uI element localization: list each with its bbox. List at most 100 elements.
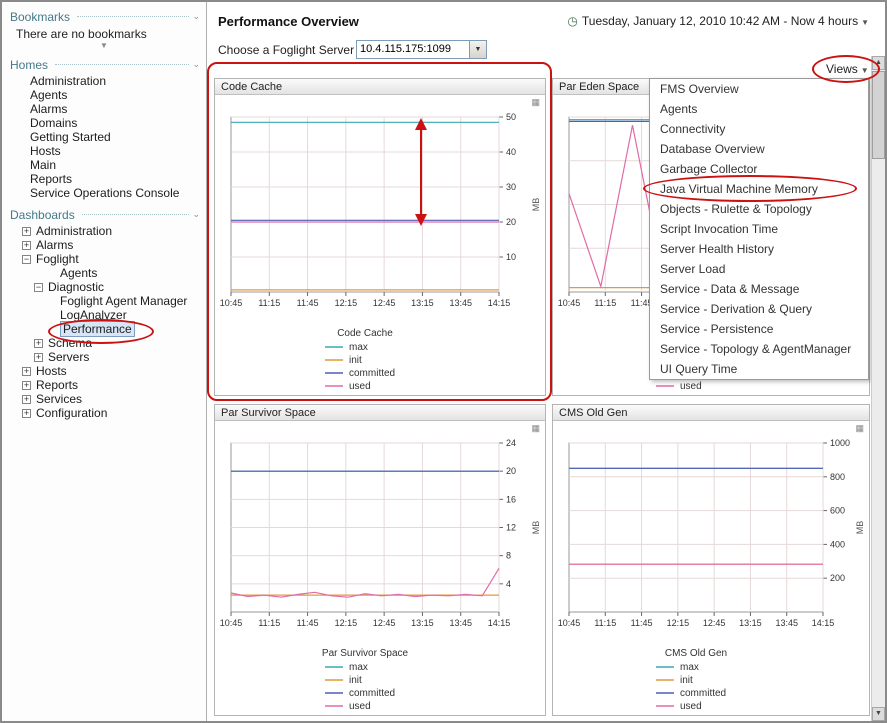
tree-item-label: Services (36, 392, 82, 406)
menu-item-fms-overview[interactable]: FMS Overview (650, 79, 868, 99)
menu-item-database-overview[interactable]: Database Overview (650, 139, 868, 159)
sidebar-item-domains[interactable]: Domains (2, 116, 206, 130)
svg-text:used: used (349, 381, 371, 392)
menu-item-server-health-history[interactable]: Server Health History (650, 239, 868, 259)
sidebar-item-getting-started[interactable]: Getting Started (2, 130, 206, 144)
homes-section-header[interactable]: Homes ⌄ (10, 57, 200, 72)
tree-item-hosts[interactable]: + Hosts (2, 364, 206, 378)
svg-text:MB: MB (531, 521, 541, 535)
tree-item-schema[interactable]: +Schema (2, 336, 206, 350)
svg-text:50: 50 (506, 112, 516, 122)
sidebar-item-reports[interactable]: Reports (2, 172, 206, 186)
menu-item-service-data-message[interactable]: Service - Data & Message (650, 279, 868, 299)
svg-text:10:45: 10:45 (220, 618, 243, 628)
vertical-scrollbar[interactable]: ▲ ▼ (871, 56, 885, 721)
dashboards-section-header[interactable]: Dashboards ⌄ (10, 207, 200, 222)
menu-item-objects-rulette-topology[interactable]: Objects - Rulette & Topology (650, 199, 868, 219)
svg-text:11:15: 11:15 (258, 618, 280, 628)
par_survivor_space-chart-svg[interactable]: 481216202410:4511:1511:4512:1512:4513:15… (215, 421, 545, 714)
dropdown-arrow-icon[interactable]: ▼ (469, 41, 486, 58)
svg-text:8: 8 (506, 551, 511, 561)
tree-item-services[interactable]: + Services (2, 392, 206, 406)
tree-item-configuration[interactable]: +Configuration (2, 406, 206, 420)
svg-text:10: 10 (506, 252, 516, 262)
svg-text:max: max (349, 662, 368, 673)
menu-item-service-persistence[interactable]: Service - Persistence (650, 319, 868, 339)
expand-icon[interactable]: + (34, 339, 43, 348)
tree-item-administration[interactable]: + Administration (2, 224, 206, 238)
sidebar-item-administration[interactable]: Administration (2, 74, 206, 88)
chevron-down-icon[interactable]: ⌄ (192, 60, 200, 69)
menu-item-java-virtual-machine-memory[interactable]: Java Virtual Machine Memory (650, 179, 868, 199)
chevron-down-icon: ▼ (861, 66, 869, 75)
tree-item-agents[interactable]: Agents (2, 266, 206, 280)
tree-item-foglight-agent-manager[interactable]: Foglight Agent Manager (2, 294, 206, 308)
sidebar-item-alarms[interactable]: Alarms (2, 102, 206, 116)
expand-icon[interactable]: + (22, 367, 31, 376)
chevron-down-icon[interactable]: ⌄ (192, 12, 200, 21)
sidebar-item-hosts[interactable]: Hosts (2, 144, 206, 158)
expand-icon[interactable]: + (22, 409, 31, 418)
chart-customizer-icon[interactable]: ▦ (855, 423, 864, 434)
tree-item-foglight[interactable]: −Foglight (2, 252, 206, 266)
cms-old-gen-chart-area[interactable]: 200400600800100010:4511:1511:4512:1512:4… (553, 421, 869, 714)
sidebar-collapse-icon[interactable]: ▼ (2, 41, 206, 52)
svg-text:4: 4 (506, 579, 511, 589)
menu-item-script-invocation-time[interactable]: Script Invocation Time (650, 219, 868, 239)
tree-item-alarms[interactable]: +Alarms (2, 238, 206, 252)
sidebar-item-agents[interactable]: Agents (2, 88, 206, 102)
tree-item-label: Hosts (36, 364, 67, 378)
expand-icon[interactable]: + (22, 381, 31, 390)
menu-item-service-derivation-query[interactable]: Service - Derivation & Query (650, 299, 868, 319)
svg-text:used: used (349, 701, 371, 712)
sidebar-item-main[interactable]: Main (2, 158, 206, 172)
svg-text:14:15: 14:15 (488, 618, 511, 628)
menu-item-ui-query-time[interactable]: UI Query Time (650, 359, 868, 379)
svg-text:10:45: 10:45 (558, 618, 581, 628)
scroll-up-button[interactable]: ▲ (872, 56, 885, 70)
svg-text:10:45: 10:45 (558, 298, 581, 308)
server-select[interactable]: 10.4.115.175:1099 ▼ (356, 40, 487, 59)
par-survivor-space-chart-area[interactable]: 481216202410:4511:1511:4512:1512:4513:15… (215, 421, 545, 714)
menu-item-connectivity[interactable]: Connectivity (650, 119, 868, 139)
expand-icon[interactable]: + (34, 353, 43, 362)
tree-item-label: Administration (36, 224, 112, 238)
menu-item-garbage-collector[interactable]: Garbage Collector (650, 159, 868, 179)
code_cache-chart-svg[interactable]: 102030405010:4511:1511:4512:1512:4513:15… (215, 95, 545, 394)
scroll-down-button[interactable]: ▼ (872, 707, 885, 721)
expand-icon[interactable]: + (22, 227, 31, 236)
menu-item-server-load[interactable]: Server Load (650, 259, 868, 279)
svg-text:200: 200 (830, 573, 845, 583)
menu-item-agents[interactable]: Agents (650, 99, 868, 119)
svg-text:20: 20 (506, 466, 516, 476)
sidebar-item-service-operations-console[interactable]: Service Operations Console (2, 186, 206, 200)
sidebar: Bookmarks ⌄ There are no bookmarks ▼ Hom… (2, 2, 207, 721)
svg-text:1000: 1000 (830, 438, 850, 448)
svg-text:10:45: 10:45 (220, 298, 243, 308)
server-chooser-label: Choose a Foglight Server (218, 43, 354, 57)
tree-item-reports[interactable]: +Reports (2, 378, 206, 392)
svg-text:CMS Old Gen: CMS Old Gen (665, 648, 727, 659)
expand-icon[interactable]: + (22, 395, 31, 404)
cms_old_gen-chart-svg[interactable]: 200400600800100010:4511:1511:4512:1512:4… (553, 421, 869, 714)
scroll-thumb[interactable] (872, 71, 885, 159)
tree-item-performance[interactable]: Performance (2, 322, 206, 336)
tree-item-diagnostic[interactable]: −Diagnostic (2, 280, 206, 294)
views-button[interactable]: Views▼ (826, 62, 869, 76)
bookmarks-section-header[interactable]: Bookmarks ⌄ (10, 9, 200, 24)
tree-item-servers[interactable]: +Servers (2, 350, 206, 364)
svg-text:11:15: 11:15 (258, 298, 280, 308)
chevron-down-icon[interactable]: ⌄ (192, 210, 200, 219)
chart-customizer-icon[interactable]: ▦ (531, 423, 540, 434)
menu-item-service-topology-agentmanager[interactable]: Service - Topology & AgentManager (650, 339, 868, 359)
collapse-icon[interactable]: − (34, 283, 43, 292)
expand-icon[interactable]: + (22, 241, 31, 250)
chart-customizer-icon[interactable]: ▦ (531, 97, 540, 108)
svg-text:14:15: 14:15 (812, 618, 835, 628)
tree-item-loganalyzer[interactable]: LogAnalyzer (2, 308, 206, 322)
time-range-control[interactable]: ◷Tuesday, January 12, 2010 10:42 AM - No… (567, 14, 869, 28)
collapse-icon[interactable]: − (22, 255, 31, 264)
svg-text:used: used (680, 381, 702, 392)
code-cache-chart-area[interactable]: 102030405010:4511:1511:4512:1512:4513:15… (215, 95, 545, 394)
svg-text:12:45: 12:45 (703, 618, 726, 628)
